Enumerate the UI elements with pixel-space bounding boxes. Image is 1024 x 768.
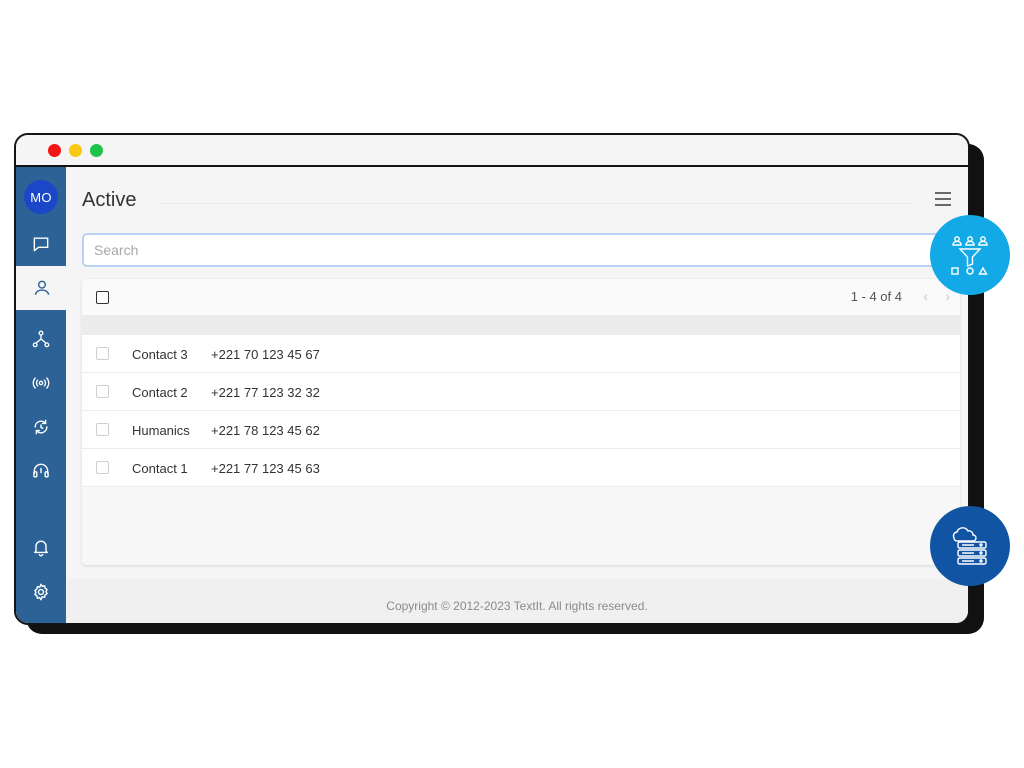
cloud-server-badge: [930, 506, 1010, 586]
contact-phone: +221 78 123 45 62: [211, 423, 320, 438]
contact-name: Contact 1: [132, 461, 188, 476]
row-checkbox[interactable]: [96, 385, 109, 398]
close-window-button[interactable]: [48, 144, 61, 157]
sidebar-item-channels[interactable]: [16, 361, 66, 405]
bell-icon: [34, 540, 48, 557]
audience-funnel-badge: [930, 215, 1010, 295]
title-divider: [158, 203, 912, 204]
sidebar-item-triggers[interactable]: [16, 405, 66, 449]
chevron-right-icon[interactable]: ›: [945, 288, 950, 304]
sidebar-item-support[interactable]: [16, 449, 66, 493]
sidebar-item-settings[interactable]: [16, 570, 66, 614]
hamburger-menu-icon[interactable]: [934, 191, 952, 207]
avatar[interactable]: MO: [24, 180, 58, 214]
table-row[interactable]: Humanics +221 78 123 45 62: [82, 411, 960, 449]
row-checkbox[interactable]: [96, 461, 109, 474]
contact-phone: +221 77 123 32 32: [211, 385, 320, 400]
contact-name: Contact 2: [132, 385, 188, 400]
main-content: Active 1 - 4 of 4 ‹ › Contact 3 +221 70 …: [66, 167, 968, 623]
copyright-text: Copyright © 2012-2023 TextIt. All rights…: [386, 599, 648, 613]
chat-bubble-icon: [33, 237, 49, 252]
sidebar-item-notifications[interactable]: [16, 525, 66, 569]
sidebar-item-flows[interactable]: [16, 317, 66, 361]
footer: Copyright © 2012-2023 TextIt. All rights…: [66, 579, 968, 623]
select-all-checkbox[interactable]: [96, 291, 109, 304]
table-row[interactable]: Contact 3 +221 70 123 45 67: [82, 335, 960, 373]
table-row[interactable]: Contact 2 +221 77 123 32 32: [82, 373, 960, 411]
sidebar: MO: [16, 167, 68, 623]
contact-phone: +221 77 123 45 63: [211, 461, 320, 476]
sidebar-item-contacts[interactable]: [16, 266, 68, 310]
headset-icon: [33, 463, 49, 478]
table-rows: Contact 3 +221 70 123 45 67 Contact 2 +2…: [82, 335, 960, 487]
row-checkbox[interactable]: [96, 347, 109, 360]
contact-name: Contact 3: [132, 347, 188, 362]
contact-phone: +221 70 123 45 67: [211, 347, 320, 362]
user-icon: [34, 280, 50, 295]
maximize-window-button[interactable]: [90, 144, 103, 157]
audience-funnel-icon: [951, 236, 988, 275]
pager-text: 1 - 4 of 4: [850, 289, 902, 304]
row-checkbox[interactable]: [96, 423, 109, 436]
broadcast-icon: [32, 377, 50, 389]
gear-icon: [34, 583, 48, 601]
table-subheader: [82, 315, 960, 335]
cloud-server-icon: [952, 527, 987, 565]
refresh-icon: [34, 419, 48, 435]
flow-icon: [32, 330, 50, 348]
title-bar: [16, 135, 968, 167]
contacts-table: 1 - 4 of 4 ‹ › Contact 3 +221 70 123 45 …: [82, 279, 960, 565]
table-header: 1 - 4 of 4 ‹ ›: [82, 279, 960, 315]
search-input[interactable]: [82, 233, 968, 267]
app-window: MO Active Search 1 - 4 of 4 ‹ › Contact …: [14, 133, 970, 625]
table-row[interactable]: Contact 1 +221 77 123 45 63: [82, 449, 960, 487]
minimize-window-button[interactable]: [69, 144, 82, 157]
page-title: Active: [82, 189, 137, 211]
chevron-left-icon[interactable]: ‹: [923, 288, 928, 304]
sidebar-item-messages[interactable]: [16, 222, 66, 266]
contact-name: Humanics: [132, 423, 190, 438]
